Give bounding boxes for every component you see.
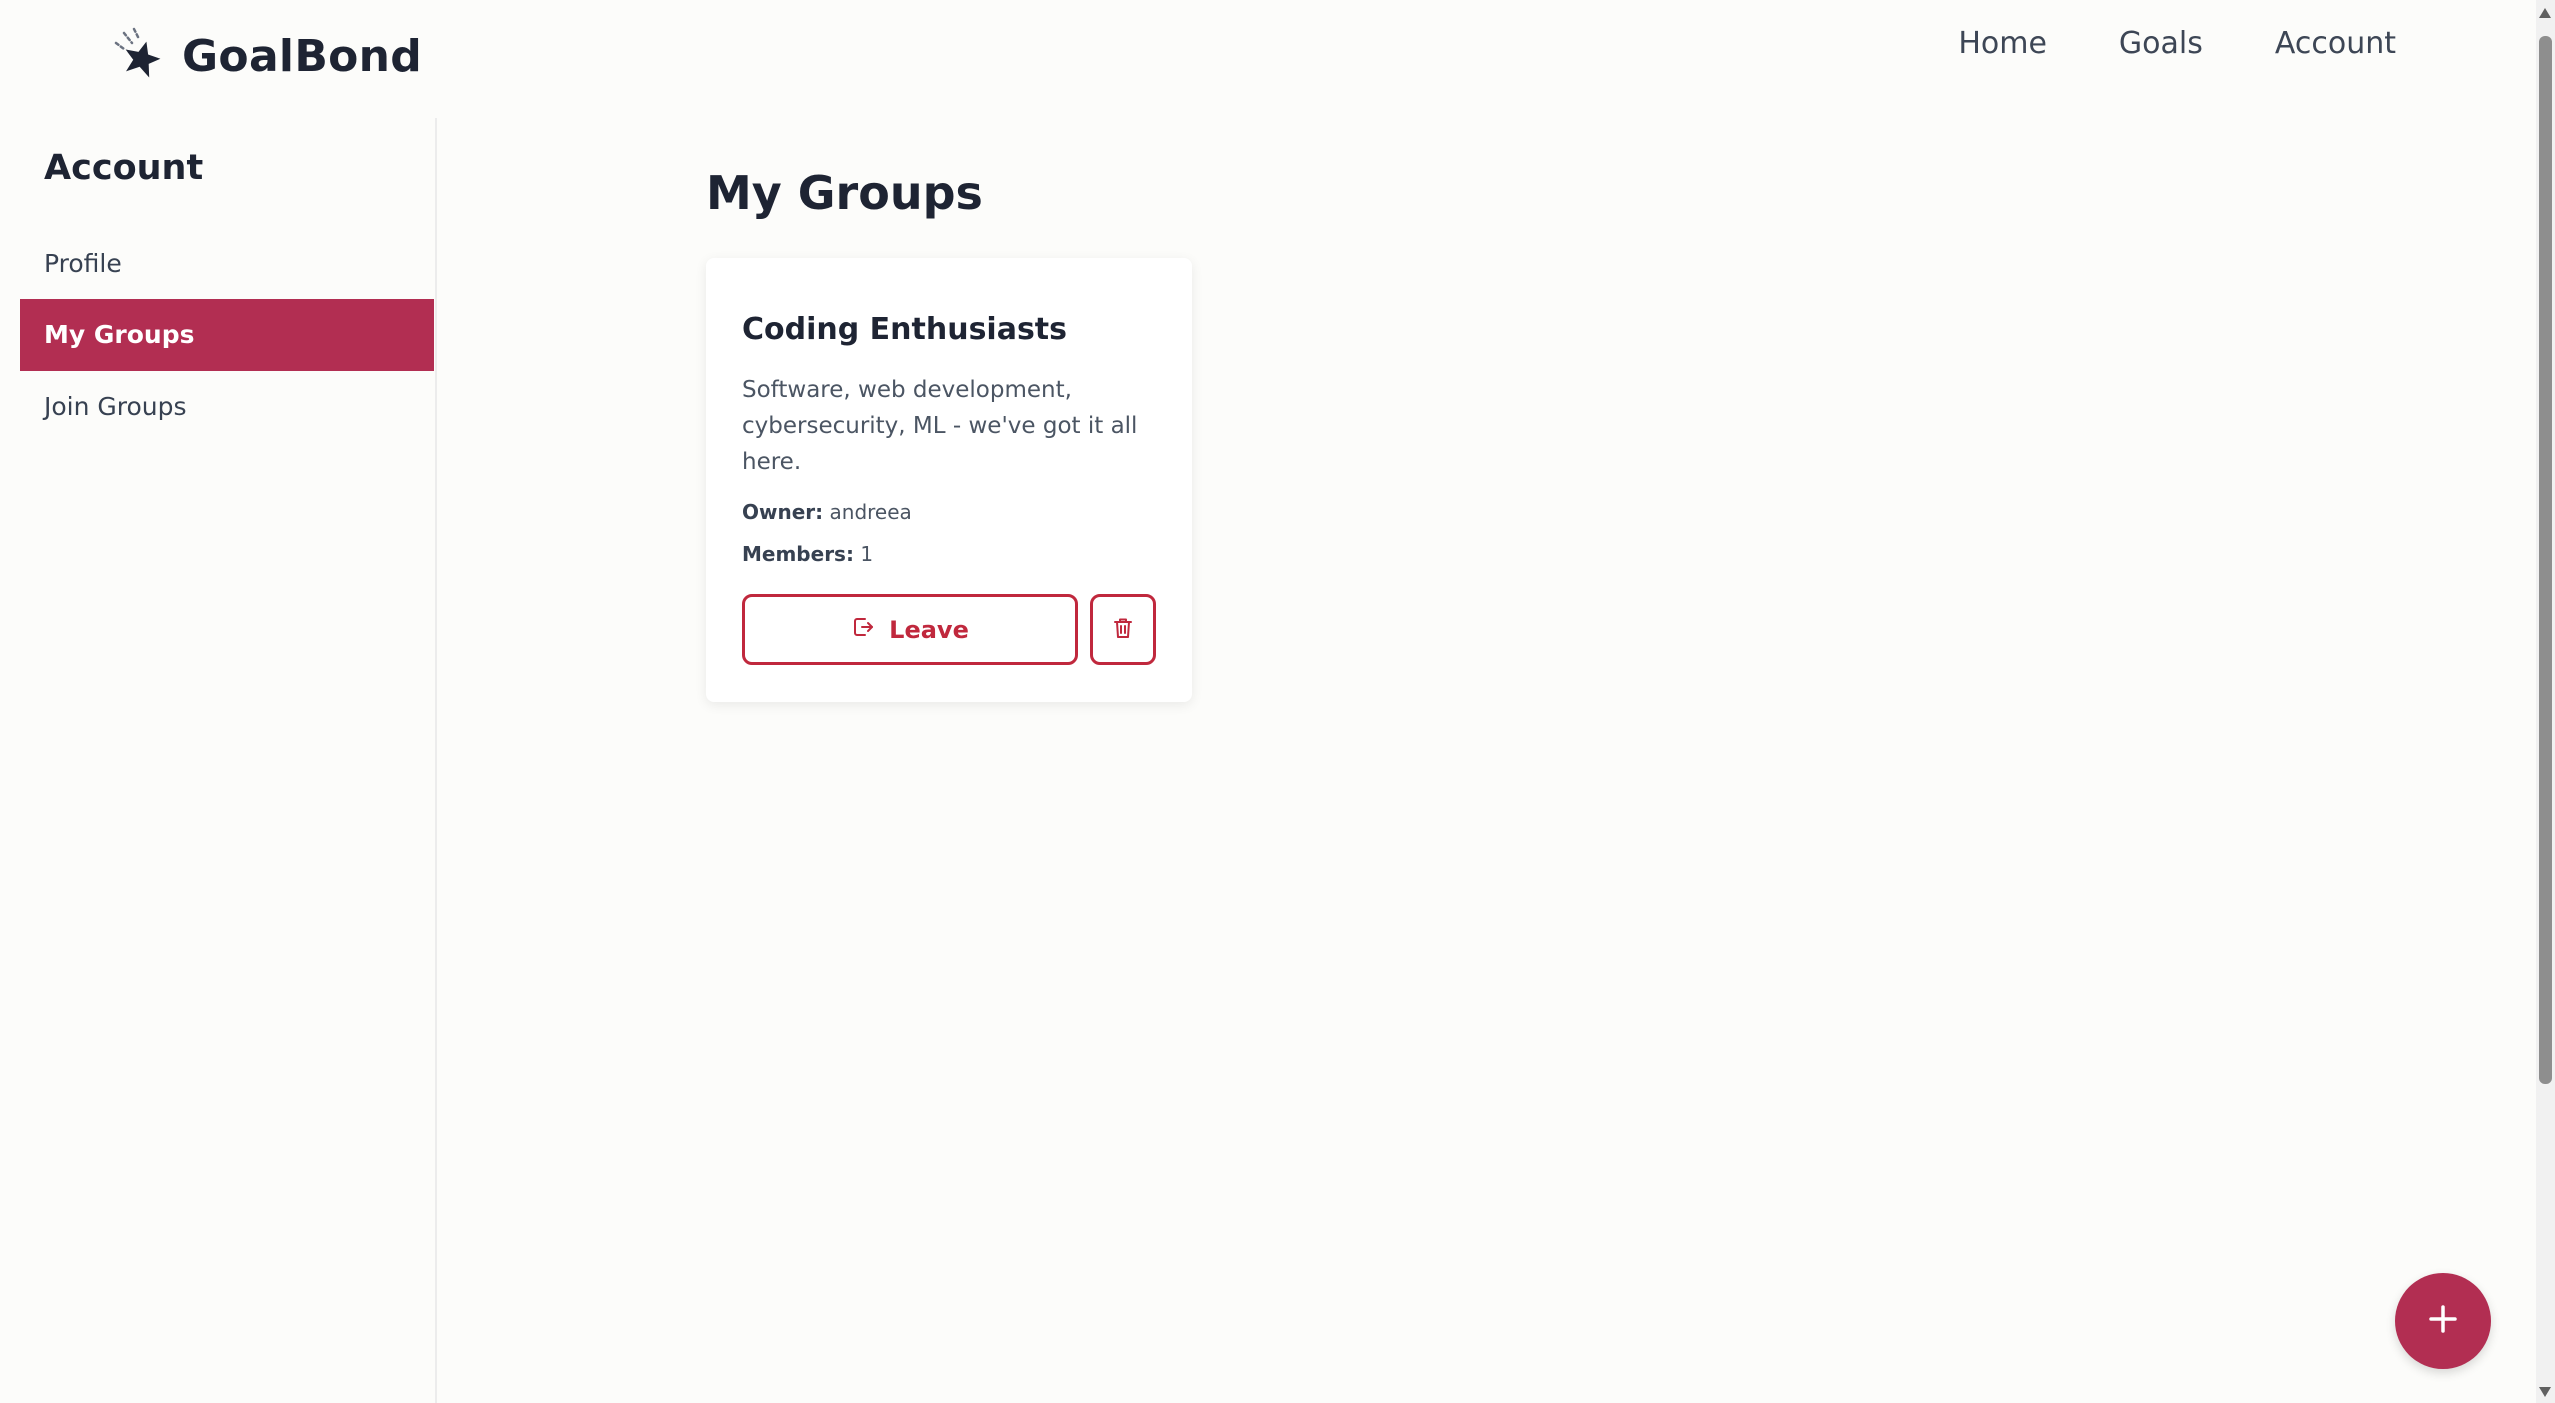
delete-group-button[interactable] — [1090, 594, 1156, 665]
sidebar-item-profile[interactable]: Profile — [20, 228, 434, 300]
top-header: GoalBond Home Goals Account — [0, 0, 2536, 110]
owner-value: andreea — [829, 500, 912, 524]
group-members: Members: 1 — [742, 542, 873, 566]
page-title: My Groups — [706, 166, 983, 220]
scroll-up-icon[interactable] — [2539, 8, 2551, 18]
nav-goals[interactable]: Goals — [2119, 26, 2203, 61]
members-label: Members: — [742, 542, 854, 566]
brand-logo[interactable]: GoalBond — [112, 24, 422, 88]
nav-home[interactable]: Home — [1958, 26, 2047, 61]
group-card: Coding Enthusiasts Software, web develop… — [706, 258, 1192, 702]
members-value: 1 — [860, 542, 874, 566]
star-logo-icon — [112, 27, 170, 85]
owner-label: Owner: — [742, 500, 824, 524]
group-name: Coding Enthusiasts — [742, 312, 1068, 347]
sidebar-title: Account — [44, 148, 204, 188]
account-sidebar: Account Profile My Groups Join Groups — [0, 118, 437, 1403]
plus-icon — [2425, 1301, 2461, 1341]
leave-label: Leave — [889, 615, 969, 644]
create-group-button[interactable] — [2395, 1273, 2491, 1369]
leave-group-button[interactable]: Leave — [742, 594, 1078, 665]
scroll-down-icon[interactable] — [2539, 1387, 2551, 1397]
page-scrollbar[interactable] — [2536, 0, 2555, 1403]
group-owner: Owner: andreea — [742, 500, 912, 524]
sidebar-item-my-groups[interactable]: My Groups — [20, 299, 434, 371]
app-root: GoalBond Home Goals Account Account Prof… — [0, 0, 2555, 1403]
group-description: Software, web development, cybersecurity… — [742, 377, 1138, 475]
brand-name: GoalBond — [182, 30, 423, 82]
logout-icon — [851, 615, 875, 645]
main-nav: Home Goals Account — [1958, 26, 2396, 61]
trash-icon — [1113, 617, 1133, 643]
nav-account[interactable]: Account — [2275, 26, 2396, 61]
scroll-thumb[interactable] — [2539, 36, 2552, 1084]
sidebar-item-join-groups[interactable]: Join Groups — [20, 371, 434, 443]
